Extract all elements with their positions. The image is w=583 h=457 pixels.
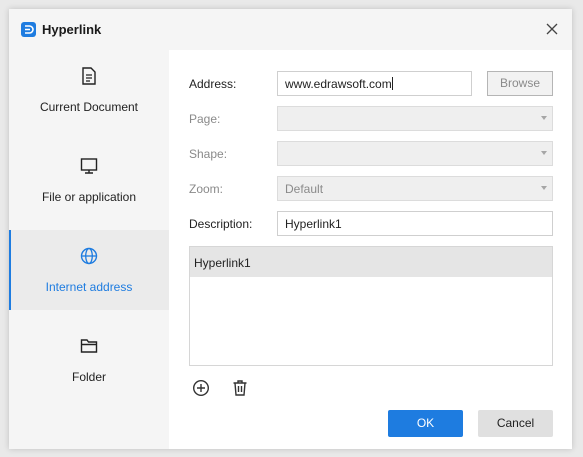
zoom-label: Zoom: [189, 182, 224, 196]
text-cursor [391, 77, 393, 90]
address-input[interactable]: www.edrawsoft.com [277, 71, 472, 96]
address-label: Address: [189, 77, 237, 91]
list-item[interactable]: Hyperlink1 [190, 247, 552, 277]
monitor-icon [79, 156, 99, 176]
link-type-sidebar: Current Document File or application Int… [9, 50, 169, 449]
sidebar-item-label: Current Document [39, 100, 139, 114]
sidebar-item-file-or-application[interactable]: File or application [9, 140, 169, 220]
ok-button[interactable]: OK [388, 410, 463, 437]
address-value: www.edrawsoft.com [285, 77, 392, 91]
shape-label: Shape: [189, 147, 228, 161]
folder-icon [79, 336, 99, 356]
add-circle-icon [192, 379, 210, 397]
add-hyperlink-button[interactable] [191, 378, 211, 398]
sidebar-item-internet-address[interactable]: Internet address [9, 230, 169, 310]
chevron-down-icon [541, 186, 547, 190]
hyperlink-list[interactable]: Hyperlink1 [189, 246, 553, 366]
shape-select[interactable] [277, 141, 553, 166]
browse-button[interactable]: Browse [487, 71, 553, 96]
sidebar-item-label: Internet address [45, 280, 133, 294]
sidebar-item-current-document[interactable]: Current Document [9, 50, 169, 130]
page-label: Page: [189, 112, 221, 126]
cancel-button[interactable]: Cancel [478, 410, 553, 437]
edraw-app-icon [21, 22, 36, 37]
hyperlink-dialog: Hyperlink Current Document File or appli… [9, 9, 572, 449]
title-bar: Hyperlink [9, 9, 572, 50]
dialog-title: Hyperlink [42, 22, 102, 37]
chevron-down-icon [541, 151, 547, 155]
trash-icon [233, 380, 247, 396]
delete-hyperlink-button[interactable] [230, 378, 250, 398]
globe-icon [79, 246, 99, 266]
page-select[interactable] [277, 106, 553, 131]
description-value: Hyperlink1 [285, 217, 342, 231]
sidebar-item-label: Folder [71, 370, 106, 384]
close-icon [546, 23, 558, 35]
close-button[interactable] [542, 19, 562, 39]
zoom-value: Default [285, 182, 324, 196]
description-label: Description: [189, 217, 253, 231]
sidebar-item-folder[interactable]: Folder [9, 320, 169, 400]
chevron-down-icon [541, 116, 547, 120]
sidebar-item-label: File or application [41, 190, 137, 204]
zoom-select[interactable]: Default [277, 176, 553, 201]
description-input[interactable]: Hyperlink1 [277, 211, 553, 236]
document-icon [79, 66, 99, 86]
